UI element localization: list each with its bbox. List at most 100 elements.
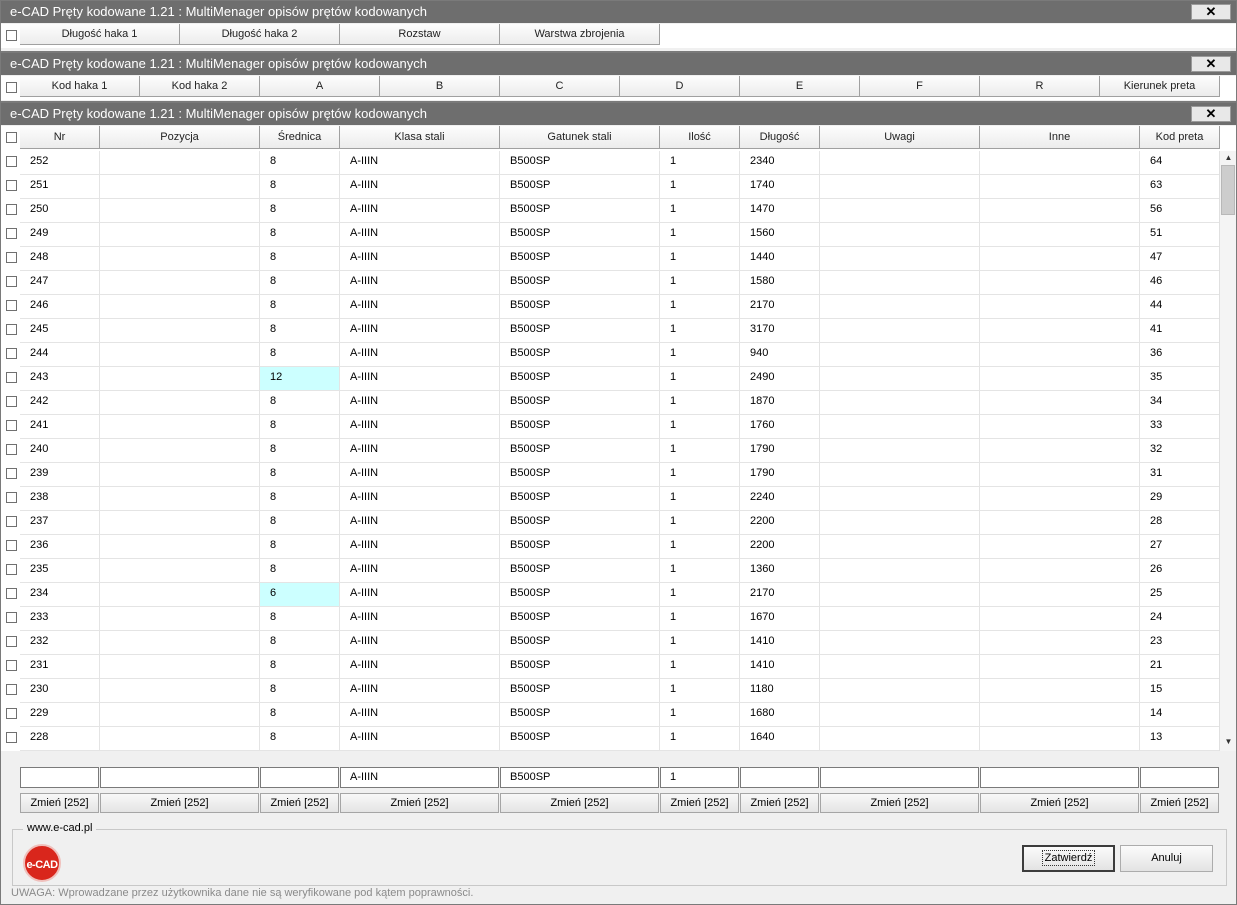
cell-quantity[interactable]: 1 <box>660 727 740 751</box>
cell-diameter[interactable]: 8 <box>260 727 340 751</box>
row-checkbox[interactable] <box>6 636 17 647</box>
row-checkbox[interactable] <box>6 420 17 431</box>
edit-field-length[interactable] <box>740 767 819 788</box>
cell-bar-code[interactable]: 29 <box>1140 487 1220 511</box>
cell-quantity[interactable]: 1 <box>660 343 740 367</box>
cell-quantity[interactable]: 1 <box>660 367 740 391</box>
cell-bar-code[interactable]: 28 <box>1140 511 1220 535</box>
cell-nr[interactable]: 240 <box>20 439 100 463</box>
cell-other[interactable] <box>980 223 1140 247</box>
row-checkbox[interactable] <box>6 684 17 695</box>
cell-length[interactable]: 2200 <box>740 511 820 535</box>
cell-notes[interactable] <box>820 415 980 439</box>
close-button[interactable]: ✕ <box>1191 56 1231 72</box>
cell-length[interactable]: 2490 <box>740 367 820 391</box>
cell-quantity[interactable]: 1 <box>660 559 740 583</box>
cell-length[interactable]: 2170 <box>740 295 820 319</box>
change-button-position[interactable]: Zmień [252] <box>100 793 259 813</box>
cell-steel-grade[interactable]: B500SP <box>500 559 660 583</box>
cell-position[interactable] <box>100 607 260 631</box>
vertical-scrollbar[interactable]: ▲ ▼ <box>1219 151 1236 751</box>
cell-notes[interactable] <box>820 511 980 535</box>
cell-position[interactable] <box>100 199 260 223</box>
cell-notes[interactable] <box>820 559 980 583</box>
cell-nr[interactable]: 246 <box>20 295 100 319</box>
row-checkbox[interactable] <box>6 180 17 191</box>
cell-other[interactable] <box>980 343 1140 367</box>
cell-diameter[interactable]: 8 <box>260 631 340 655</box>
cell-nr[interactable]: 239 <box>20 463 100 487</box>
cell-steel-grade[interactable]: B500SP <box>500 463 660 487</box>
cell-bar-code[interactable]: 36 <box>1140 343 1220 367</box>
col-header-spacing[interactable]: Rozstaw <box>340 24 500 45</box>
col-header-d[interactable]: D <box>620 76 740 97</box>
cell-quantity[interactable]: 1 <box>660 415 740 439</box>
cell-notes[interactable] <box>820 463 980 487</box>
table-row[interactable]: 235 8 A-IIIN B500SP 1 1360 26 <box>1 559 1220 583</box>
cell-notes[interactable] <box>820 151 980 175</box>
cell-position[interactable] <box>100 511 260 535</box>
table-row[interactable]: 249 8 A-IIIN B500SP 1 1560 51 <box>1 223 1220 247</box>
cell-quantity[interactable]: 1 <box>660 511 740 535</box>
cell-nr[interactable]: 237 <box>20 511 100 535</box>
row-checkbox[interactable] <box>6 300 17 311</box>
cell-nr[interactable]: 236 <box>20 535 100 559</box>
cell-nr[interactable]: 231 <box>20 655 100 679</box>
change-button-steel-grade[interactable]: Zmień [252] <box>500 793 659 813</box>
table-row[interactable]: 244 8 A-IIIN B500SP 1 940 36 <box>1 343 1220 367</box>
cell-length[interactable]: 1790 <box>740 439 820 463</box>
row-checkbox[interactable] <box>6 252 17 263</box>
cell-position[interactable] <box>100 559 260 583</box>
cell-steel-class[interactable]: A-IIIN <box>340 247 500 271</box>
cell-notes[interactable] <box>820 607 980 631</box>
cell-notes[interactable] <box>820 535 980 559</box>
cell-quantity[interactable]: 1 <box>660 151 740 175</box>
row-checkbox[interactable] <box>6 348 17 359</box>
cell-steel-grade[interactable]: B500SP <box>500 295 660 319</box>
cell-length[interactable]: 1740 <box>740 175 820 199</box>
cancel-button[interactable]: Anuluj <box>1120 845 1213 872</box>
cell-position[interactable] <box>100 631 260 655</box>
cell-position[interactable] <box>100 487 260 511</box>
cell-nr[interactable]: 247 <box>20 271 100 295</box>
cell-length[interactable]: 1410 <box>740 631 820 655</box>
cell-diameter[interactable]: 8 <box>260 343 340 367</box>
edit-field-position[interactable] <box>100 767 259 788</box>
cell-length[interactable]: 2170 <box>740 583 820 607</box>
cell-other[interactable] <box>980 631 1140 655</box>
row-checkbox[interactable] <box>6 468 17 479</box>
cell-diameter[interactable]: 8 <box>260 175 340 199</box>
vertical-scroll-thumb[interactable] <box>1221 165 1235 215</box>
change-button-diameter[interactable]: Zmień [252] <box>260 793 339 813</box>
cell-bar-code[interactable]: 46 <box>1140 271 1220 295</box>
cell-bar-code[interactable]: 63 <box>1140 175 1220 199</box>
row-checkbox[interactable] <box>6 540 17 551</box>
cell-other[interactable] <box>980 703 1140 727</box>
cell-length[interactable]: 3170 <box>740 319 820 343</box>
cell-length[interactable]: 1760 <box>740 415 820 439</box>
cell-length[interactable]: 940 <box>740 343 820 367</box>
cell-position[interactable] <box>100 343 260 367</box>
change-button-notes[interactable]: Zmień [252] <box>820 793 979 813</box>
cell-nr[interactable]: 249 <box>20 223 100 247</box>
cell-bar-code[interactable]: 32 <box>1140 439 1220 463</box>
row-checkbox[interactable] <box>6 324 17 335</box>
cell-length[interactable]: 1470 <box>740 199 820 223</box>
cell-notes[interactable] <box>820 583 980 607</box>
cell-position[interactable] <box>100 727 260 751</box>
cell-notes[interactable] <box>820 487 980 511</box>
cell-nr[interactable]: 228 <box>20 727 100 751</box>
cell-quantity[interactable]: 1 <box>660 583 740 607</box>
cell-bar-code[interactable]: 21 <box>1140 655 1220 679</box>
col-header-steel-class[interactable]: Klasa stali <box>340 126 500 149</box>
cell-steel-grade[interactable]: B500SP <box>500 727 660 751</box>
cell-bar-code[interactable]: 15 <box>1140 679 1220 703</box>
cell-position[interactable] <box>100 439 260 463</box>
cell-steel-grade[interactable]: B500SP <box>500 703 660 727</box>
cell-bar-code[interactable]: 34 <box>1140 391 1220 415</box>
edit-field-steel-grade[interactable]: B500SP <box>500 767 659 788</box>
table-row[interactable]: 252 8 A-IIIN B500SP 1 2340 64 <box>1 151 1220 175</box>
change-button-steel-class[interactable]: Zmień [252] <box>340 793 499 813</box>
col-header-nr[interactable]: Nr <box>20 126 100 149</box>
cell-length[interactable]: 1180 <box>740 679 820 703</box>
